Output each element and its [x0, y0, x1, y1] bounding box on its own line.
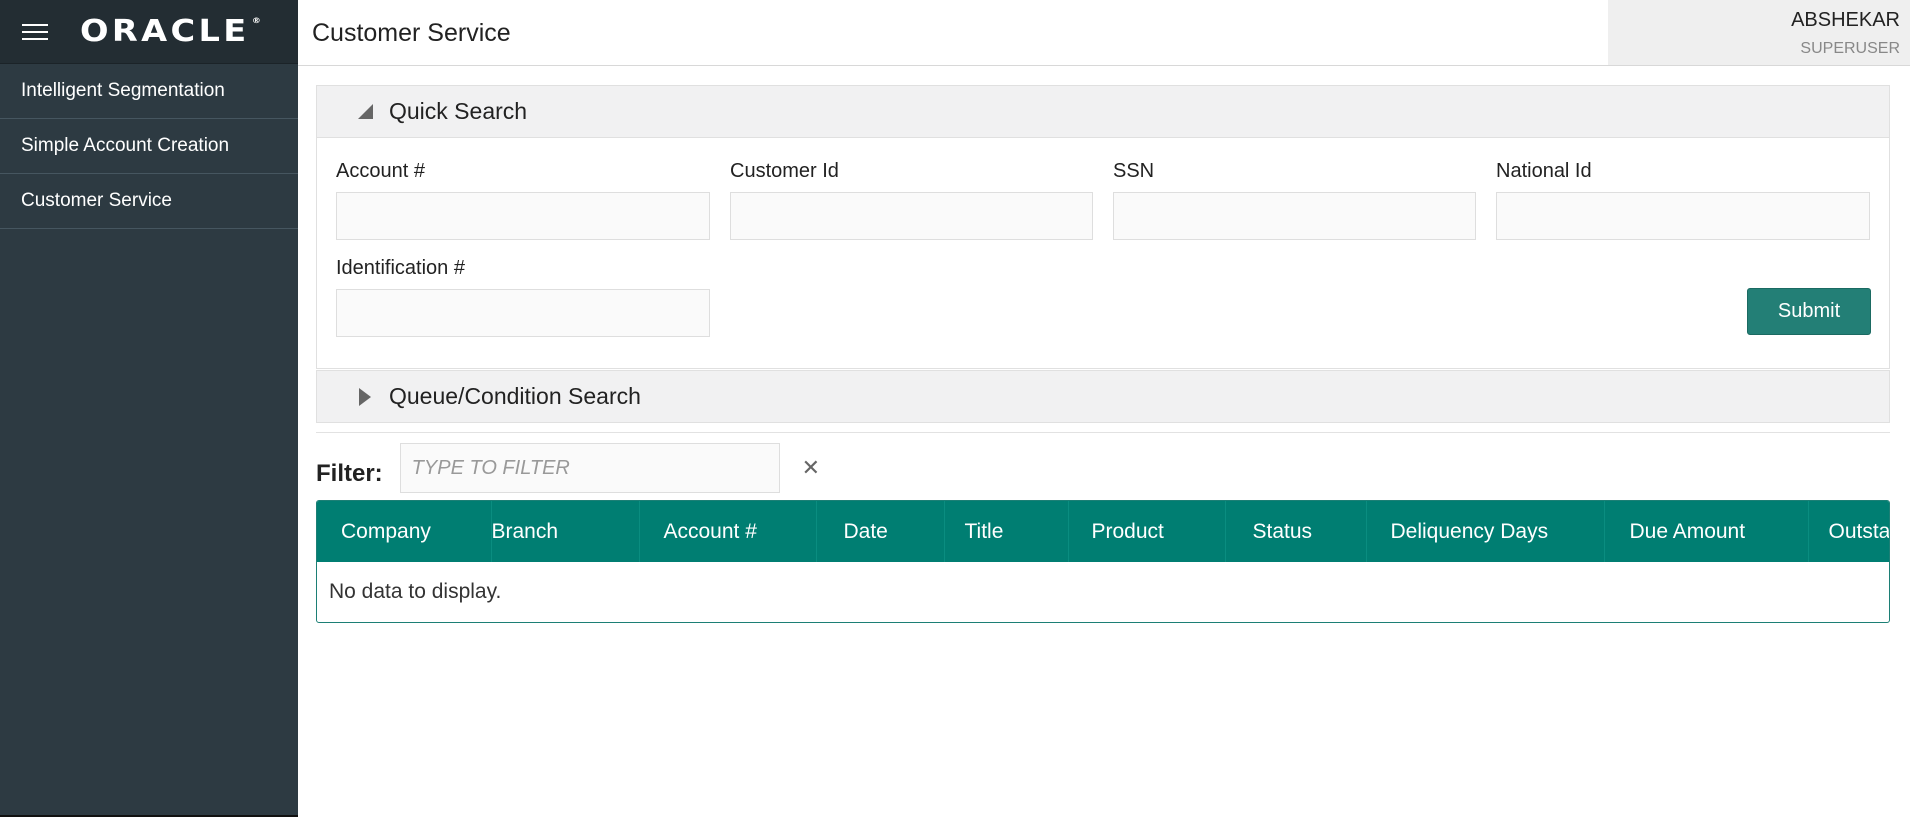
customer-id-input[interactable] — [730, 192, 1093, 240]
submit-button[interactable]: Submit — [1747, 288, 1871, 335]
sidebar-item-label: Simple Account Creation — [21, 135, 230, 156]
sidebar-item-intelligent-segmentation[interactable]: Intelligent Segmentation — [0, 64, 298, 119]
column-header-deliquency-days[interactable]: Deliquency Days — [1366, 501, 1605, 562]
hamburger-icon[interactable] — [22, 23, 48, 40]
triangle-right-icon — [355, 387, 375, 406]
queue-condition-search-header[interactable]: Queue/Condition Search — [316, 370, 1890, 423]
sidebar-item-label: Intelligent Segmentation — [21, 80, 225, 101]
queue-condition-search-title: Queue/Condition Search — [389, 383, 641, 409]
customer-id-label: Customer Id — [730, 160, 839, 182]
sidebar-item-simple-account-creation[interactable]: Simple Account Creation — [0, 119, 298, 174]
quick-search-title: Quick Search — [389, 98, 528, 124]
account-number-label: Account # — [336, 160, 425, 182]
identification-number-label: Identification # — [336, 257, 465, 279]
filter-input[interactable] — [399, 443, 780, 493]
national-id-field: National Id — [1496, 160, 1870, 240]
column-header-date[interactable]: Date — [816, 501, 945, 562]
empty-message: No data to display. — [329, 580, 502, 603]
quick-search-header[interactable]: Quick Search — [316, 85, 1890, 138]
quick-search-panel: Account # Customer Id SSN National Id Id… — [316, 138, 1890, 369]
oracle-logo: ORACLE ® — [80, 14, 261, 49]
account-number-input[interactable] — [336, 192, 710, 240]
main-content: Quick Search Account # Customer Id SSN N… — [316, 85, 1890, 623]
column-header-status[interactable]: Status — [1225, 501, 1367, 562]
ssn-input[interactable] — [1113, 192, 1476, 240]
triangle-down-icon — [355, 104, 375, 119]
header: Customer Service ABSHEKAR SUPERUSER — [298, 0, 1910, 66]
sidebar-item-customer-service[interactable]: Customer Service — [0, 174, 298, 229]
user-menu[interactable]: ABSHEKAR SUPERUSER — [1608, 0, 1910, 65]
page-title: Customer Service — [312, 19, 511, 47]
filter-label: Filter: — [316, 460, 383, 487]
column-header-title[interactable]: Title — [944, 501, 1069, 562]
filter-row: Filter: ✕ — [316, 443, 1890, 493]
sidebar: ORACLE ® Intelligent Segmentation Simple … — [0, 0, 298, 817]
ssn-label: SSN — [1113, 160, 1155, 182]
column-header-account-number[interactable]: Account # — [639, 501, 817, 562]
column-header-branch[interactable]: Branch — [491, 501, 640, 562]
identification-number-input[interactable] — [336, 289, 710, 337]
sidebar-item-label: Customer Service — [21, 190, 172, 211]
table-header-row: Company Branch Account # Date Title Prod… — [317, 501, 1890, 562]
identification-number-field: Identification # — [336, 257, 710, 337]
close-icon[interactable]: ✕ — [802, 455, 820, 481]
column-header-outstanding[interactable]: Outsta — [1808, 501, 1890, 562]
user-name: ABSHEKAR — [1791, 9, 1900, 31]
national-id-label: National Id — [1496, 160, 1592, 182]
customer-id-field: Customer Id — [730, 160, 1093, 240]
column-header-company[interactable]: Company — [317, 501, 492, 562]
empty-table-row: No data to display. — [317, 562, 1889, 622]
divider — [316, 432, 1890, 433]
account-number-field: Account # — [336, 160, 710, 240]
brand-bar: ORACLE ® — [0, 0, 298, 64]
national-id-input[interactable] — [1496, 192, 1870, 240]
user-role: SUPERUSER — [1800, 40, 1900, 57]
column-header-product[interactable]: Product — [1068, 501, 1226, 562]
ssn-field: SSN — [1113, 160, 1476, 240]
column-header-due-amount[interactable]: Due Amount — [1604, 501, 1809, 562]
results-table: Company Branch Account # Date Title Prod… — [316, 500, 1890, 623]
